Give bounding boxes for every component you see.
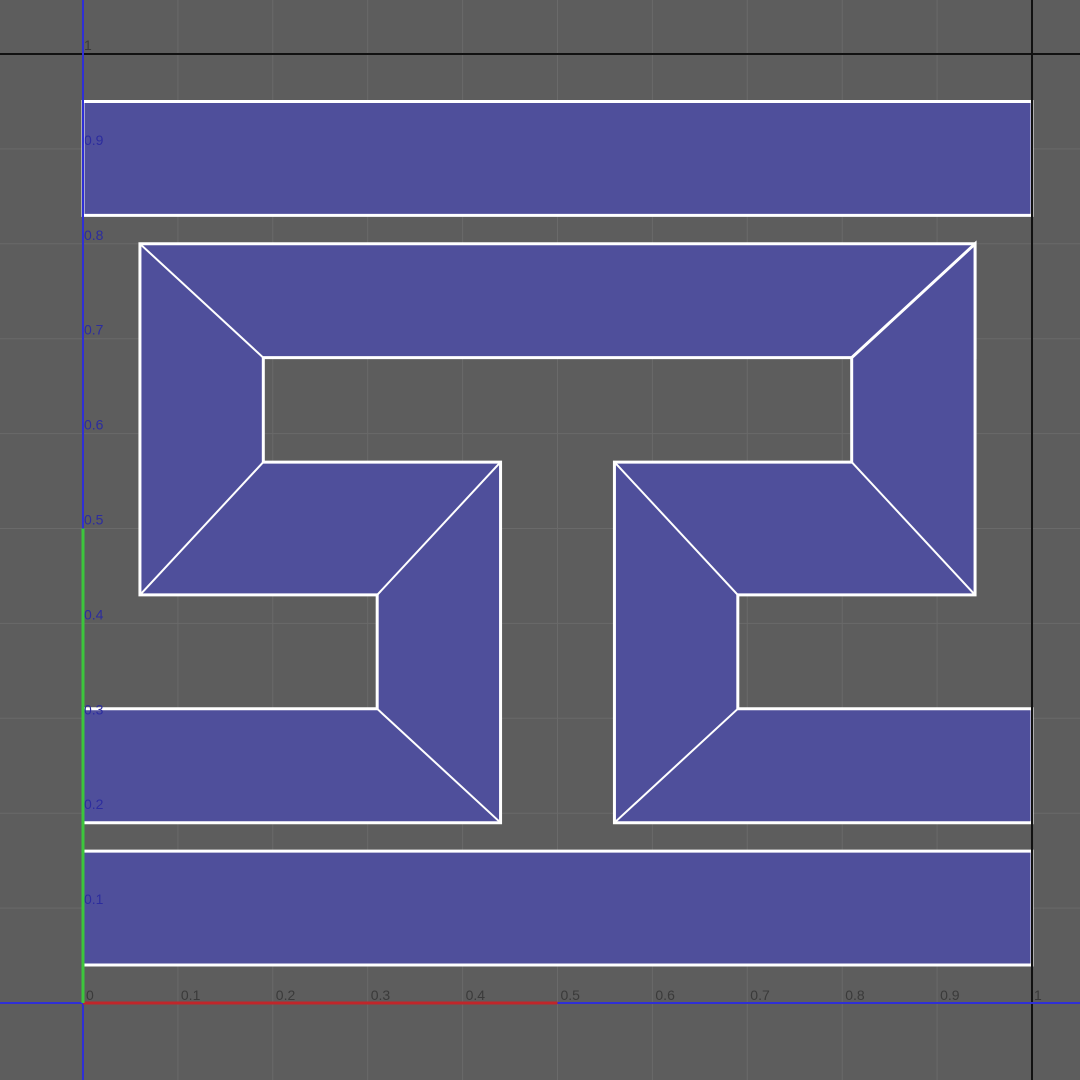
v-tick-label: 0.1 — [84, 891, 104, 907]
u-tick-label: 0.2 — [276, 987, 296, 1003]
v-tick-label: 0.8 — [84, 227, 104, 243]
uv-editor-viewport[interactable]: 0.1 0 0.1 0.2 0.3 0.4 0.5 0.6 0.7 0.8 0.9 1 1 0.9 0.8 0… — [0, 0, 1080, 1080]
u-tick-label: 0.5 — [561, 987, 581, 1003]
u-tick-label: 1 — [1034, 987, 1042, 1003]
v-tick-label: 0.6 — [84, 417, 104, 433]
bottom-strip-shell[interactable] — [81, 849, 1034, 967]
uv-face[interactable] — [81, 849, 1034, 967]
u-tick-label: 0.8 — [845, 987, 865, 1003]
v-tick-label: 0.7 — [84, 322, 104, 338]
v-tick-label: 0.9 — [84, 132, 104, 148]
uv-face[interactable] — [81, 99, 1034, 217]
u-tick-label: 0 — [86, 987, 94, 1003]
v-tick-label: 0.4 — [84, 606, 104, 622]
uv-canvas[interactable]: 0.1 0 0.1 0.2 0.3 0.4 0.5 0.6 0.7 0.8 0.9 1 1 0.9 0.8 0… — [0, 0, 1080, 1080]
v-tick-label: 0.3 — [84, 701, 104, 717]
v-tick-label: 1 — [84, 37, 92, 53]
top-strip-shell[interactable] — [81, 99, 1034, 217]
v-tick-label: 0.5 — [84, 512, 104, 528]
u-tick-label: 0.9 — [940, 987, 960, 1003]
u-tick-label: 0.7 — [750, 987, 770, 1003]
v-tick-label: 0.2 — [84, 796, 104, 812]
u-tick-label: 0.4 — [466, 987, 486, 1003]
u-tick-label: 0.6 — [655, 987, 675, 1003]
u-tick-label: 0.1 — [181, 987, 201, 1003]
u-tick-label: 0.3 — [371, 987, 391, 1003]
